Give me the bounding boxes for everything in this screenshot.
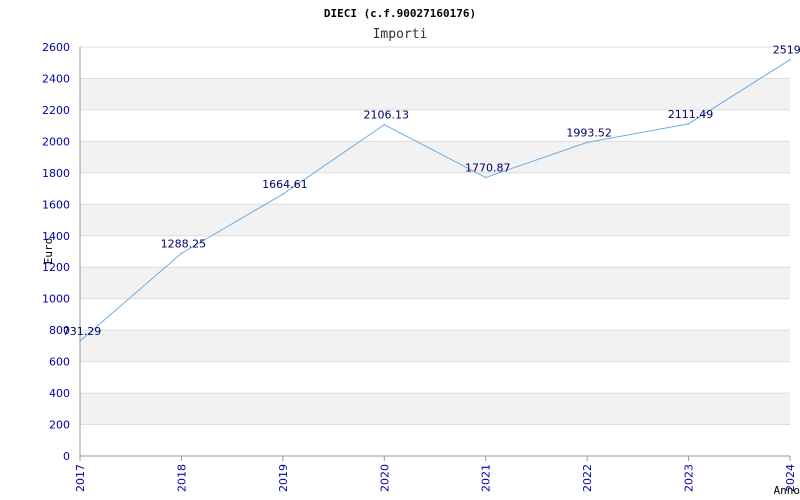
plot-background: [80, 78, 790, 425]
data-point: [484, 176, 487, 179]
data-point: [586, 141, 588, 144]
y-tick-label: 2000: [42, 135, 70, 148]
y-tick-label: 1800: [42, 167, 70, 180]
line-chart: DIECI (c.f.90027160176) Importi 0 200 400 6…: [42, 7, 800, 497]
y-axis-label: Euro: [42, 238, 55, 265]
data-label: 2106.13: [364, 109, 410, 122]
grid-band: [80, 393, 790, 425]
y-tick-label: 2200: [42, 104, 70, 117]
data-point: [282, 193, 284, 195]
x-axis-ticks: 2017 2018 2019 2020 2021 2022 2023 2024: [74, 456, 797, 492]
data-point: [180, 252, 183, 255]
x-tick-label: 2020: [378, 464, 391, 492]
chart-subtitle: Importi: [373, 27, 428, 42]
x-tick-label: 2018: [175, 464, 188, 492]
data-point: [383, 123, 386, 126]
data-label: 1770.87: [465, 161, 511, 174]
grid-band: [80, 78, 790, 110]
grid-band: [80, 267, 790, 299]
data-label: 1993.52: [566, 126, 612, 139]
y-tick-label: 2400: [42, 72, 70, 85]
y-tick-label: 0: [63, 450, 70, 463]
data-label: 1288.25: [161, 237, 207, 250]
chart-title: DIECI (c.f.90027160176): [324, 7, 476, 20]
data-label: 1664.61: [262, 178, 308, 191]
data-label: 2111.49: [668, 108, 714, 121]
grid-band: [80, 141, 790, 173]
data-point: [79, 340, 81, 342]
y-tick-label: 400: [49, 387, 70, 400]
x-tick-label: 2021: [480, 464, 493, 492]
data-point: [789, 58, 791, 61]
y-tick-label: 200: [49, 419, 70, 432]
y-tick-label: 2600: [42, 41, 70, 54]
x-tick-label: 2023: [683, 464, 696, 492]
y-tick-label: 600: [49, 356, 70, 369]
x-axis-label: Anno: [774, 484, 800, 497]
y-tick-label: 1000: [42, 293, 70, 306]
x-tick-label: 2017: [74, 464, 87, 492]
data-label: 731.29: [63, 325, 102, 338]
x-tick-label: 2022: [581, 464, 594, 492]
data-label: 2519.5: [773, 44, 800, 57]
data-point: [687, 123, 690, 125]
grid-band: [80, 204, 790, 236]
grid-band: [80, 330, 790, 362]
x-tick-label: 2019: [277, 464, 290, 492]
y-tick-label: 1600: [42, 198, 70, 211]
